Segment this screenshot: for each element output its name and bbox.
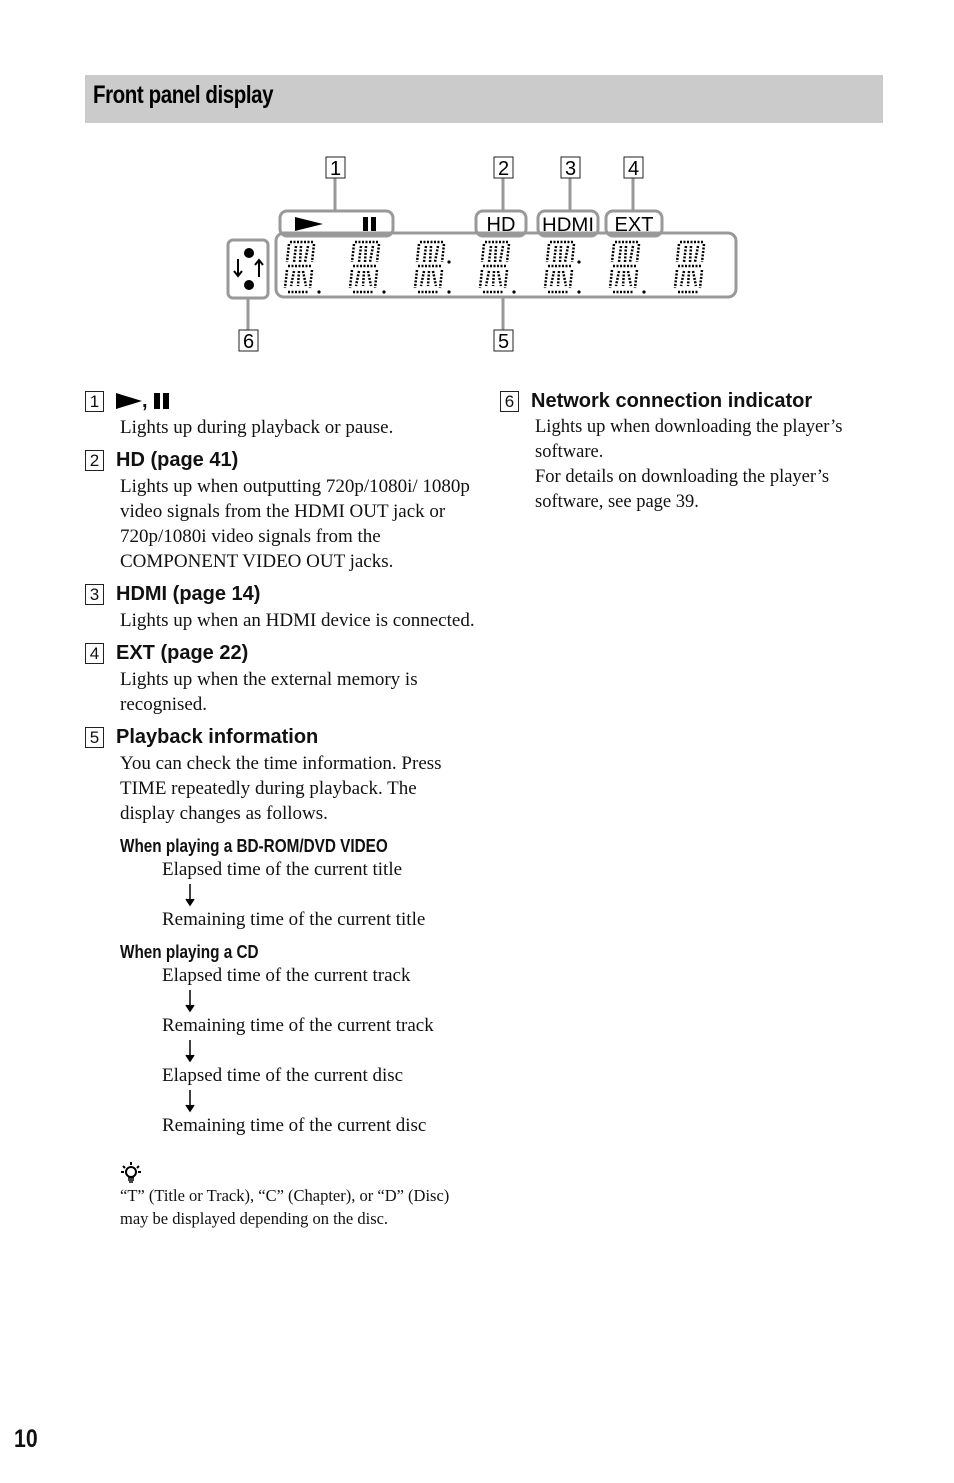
ext-indicator: EXT — [615, 214, 654, 236]
callout-5: 5 — [493, 329, 514, 353]
hdmi-indicator: HDMI — [542, 215, 594, 236]
svg-text:5: 5 — [498, 331, 509, 353]
item-4: 4 EXT (page 22) Lights up when the extern… — [85, 639, 475, 717]
svg-text:1: 1 — [330, 158, 341, 180]
cd-step: Remaining time of the current disc — [162, 1115, 427, 1136]
item-number: 2 — [85, 449, 104, 471]
down-arrow-icon — [180, 1038, 200, 1064]
item-description: Lights up when outputting 720p/1080i/ 10… — [120, 476, 470, 572]
item-title: , — [116, 390, 169, 413]
bd-step: Elapsed time of the current title — [162, 859, 403, 880]
tip-text: “T” (Title or Track), “C” (Chapter), or … — [120, 1186, 450, 1228]
item-number: 3 — [85, 583, 104, 605]
item-title: EXT (page 22) — [116, 641, 249, 664]
segment-digit — [283, 240, 316, 294]
item-3: 3 HDMI (page 14) Lights up when an HDMI d… — [85, 580, 475, 633]
item-title: Playback information — [116, 725, 319, 748]
item-description: For details on downloading the player’s … — [535, 467, 830, 512]
tip: “T” (Title or Track), “C” (Chapter), or … — [120, 1160, 475, 1230]
item-number: 4 — [85, 642, 104, 664]
cd-step: Remaining time of the current track — [162, 1015, 434, 1036]
segment-digit — [478, 240, 511, 294]
segment-digit — [673, 240, 706, 294]
callout-4: 4 — [623, 156, 644, 180]
item-description: Lights up when downloading the player’s … — [535, 417, 843, 462]
section-title: Front panel display — [93, 81, 274, 109]
play-icon — [116, 393, 142, 410]
svg-text:3: 3 — [565, 158, 576, 180]
page-number: 10 — [14, 1425, 38, 1453]
down-arrow-icon — [180, 988, 200, 1014]
bd-heading: When playing a BD-ROM/DVD VIDEO — [120, 836, 388, 856]
callout-6: 6 — [238, 329, 259, 353]
svg-text:6: 6 — [243, 331, 254, 353]
item-number: 1 — [85, 390, 104, 412]
item-description: Lights up during playback or pause. — [120, 417, 394, 438]
item-number: 5 — [85, 726, 104, 748]
callout-labels: 1 2 3 4 5 6 — [238, 156, 644, 353]
bd-step: Remaining time of the current title — [162, 909, 426, 930]
pause-icon — [153, 393, 169, 410]
separator-dot — [447, 260, 451, 264]
cd-step: Elapsed time of the current track — [162, 965, 411, 986]
separator-dot — [382, 290, 386, 294]
item-6: 6 Network connection indicator Lights up … — [500, 387, 890, 515]
item-description: You can check the time information. Pres… — [120, 753, 442, 824]
separator-dot — [317, 290, 321, 294]
item-title: Network connection indicator — [531, 389, 813, 412]
lightbulb-hint-icon — [120, 1160, 142, 1184]
separator-dot — [577, 260, 581, 264]
callout-3: 3 — [560, 156, 581, 180]
item-number: 6 — [500, 390, 519, 412]
pause-icon — [363, 217, 376, 231]
section-header: Front panel display — [85, 75, 883, 123]
segment-digit — [413, 240, 446, 294]
separator-dot — [512, 290, 516, 294]
left-column: 1 , Lights up during playback or pause. … — [85, 387, 475, 1236]
svg-text:2: 2 — [498, 158, 509, 180]
segment-digit — [608, 240, 641, 294]
down-arrow-icon — [180, 882, 200, 908]
svg-text:4: 4 — [628, 158, 639, 180]
segment-digit — [543, 240, 576, 294]
hd-indicator: HD — [487, 214, 516, 236]
right-column: 6 Network connection indicator Lights up … — [500, 387, 890, 521]
callout-2: 2 — [493, 156, 514, 180]
item-description: Lights up when an HDMI device is connect… — [120, 610, 475, 631]
callout-1: 1 — [325, 156, 346, 180]
item-title: HD (page 41) — [116, 448, 239, 471]
segment-digits — [283, 240, 706, 294]
item-2: 2 HD (page 41) Lights up when outputting … — [85, 446, 475, 574]
down-arrow-icon — [180, 1088, 200, 1114]
separator-dot — [642, 290, 646, 294]
item-title: HDMI (page 14) — [116, 582, 261, 605]
cd-heading: When playing a CD — [120, 942, 259, 962]
front-panel-diagram: 1 2 3 4 5 6 HD HDMI EXT — [226, 156, 738, 353]
separator-dot — [577, 290, 581, 294]
item-1: 1 , Lights up during playback or pause. — [85, 387, 475, 440]
segment-digit — [348, 240, 381, 294]
separator-dot — [447, 290, 451, 294]
network-icon — [233, 248, 264, 290]
cd-step: Elapsed time of the current disc — [162, 1065, 404, 1086]
item-description: Lights up when the external memory is re… — [120, 669, 418, 715]
play-icon — [295, 217, 323, 231]
item-5: 5 Playback information You can check the … — [85, 723, 475, 1230]
